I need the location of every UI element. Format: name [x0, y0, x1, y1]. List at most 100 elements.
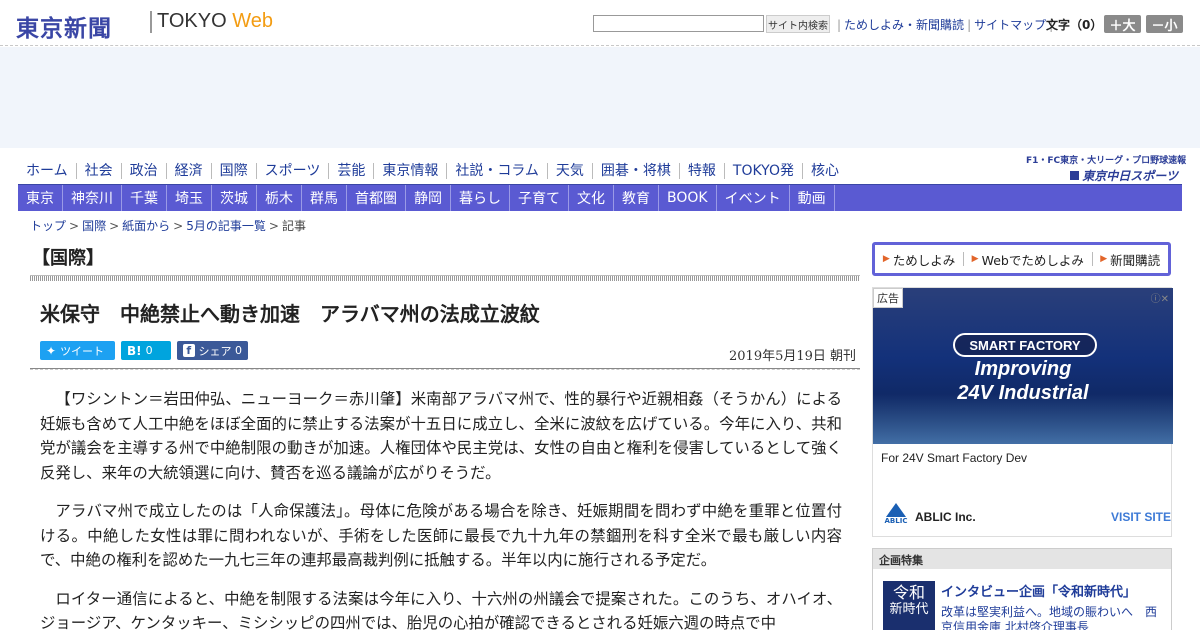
local-nav-video[interactable]: 動画: [790, 185, 835, 211]
nav-item-home[interactable]: ホーム: [18, 163, 76, 179]
article-headline: 米保守 中絶禁止へ動き加速 アラバマ州の法成立波紋: [40, 302, 540, 326]
hatena-bookmark-button[interactable]: B! 0: [121, 341, 171, 360]
nav-item-weather[interactable]: 天気: [546, 163, 592, 179]
ad-badge: SMART FACTORY: [953, 333, 1097, 357]
link-web-trial[interactable]: ▶ Webでためしよみ: [972, 250, 1084, 269]
divider: |: [967, 17, 972, 32]
tweet-button[interactable]: ✦ ツイート: [40, 341, 115, 360]
local-nav-parenting[interactable]: 子育て: [510, 185, 569, 211]
facebook-icon: f: [183, 344, 195, 357]
local-nav-kanagawa[interactable]: 神奈川: [63, 185, 122, 211]
nav-item-tokyo-hatsu[interactable]: TOKYO発: [723, 163, 802, 179]
breadcrumb: トップ > 国際 > 紙面から >5月の記事一覧 > 記事: [30, 217, 306, 234]
link-trial-label: ためしよみ: [892, 252, 956, 268]
local-nav-culture[interactable]: 文化: [569, 185, 614, 211]
link-trial-subscribe[interactable]: ためしよみ・新聞購読: [844, 16, 964, 33]
link-subscribe[interactable]: ▶ 新聞購読: [1100, 250, 1160, 269]
nav-item-politics[interactable]: 政治: [120, 163, 166, 179]
subscribe-box: ▶ ためしよみ ▶ Webでためしよみ ▶ 新聞購読: [872, 242, 1171, 276]
ad-label: 広告: [873, 288, 903, 308]
local-nav-chiba[interactable]: 千葉: [122, 185, 167, 211]
nav-item-society[interactable]: 社会: [75, 163, 121, 179]
link-trial[interactable]: ▶ ためしよみ: [883, 250, 955, 269]
article-paragraph: アラバマ州で成立したのは「人命保護法」。母体に危険がある場合を除き、妊娠期間を問…: [40, 502, 842, 569]
site-logo[interactable]: 東京新聞: [16, 9, 112, 43]
feature-box: 企画特集 令和 新時代 インタビュー企画「令和新時代」 改革は堅実利益へ。地域の…: [872, 548, 1172, 630]
breadcrumb-from-paper[interactable]: 紙面から: [122, 219, 170, 233]
breadcrumb-current: 記事: [281, 219, 306, 233]
ad-info-close-icon[interactable]: ⓘ✕: [1151, 290, 1169, 305]
nav-item-tokyo-info[interactable]: 東京情報: [373, 163, 446, 179]
facebook-share-button[interactable]: f シェア 0: [177, 341, 248, 360]
ad-image[interactable]: SMART FACTORY Improving 24V Industrial: [873, 288, 1173, 444]
font-larger-button[interactable]: ＋大: [1104, 15, 1141, 34]
triangle-right-icon: ▶: [882, 254, 890, 264]
feature-heading: 企画特集: [873, 549, 1171, 569]
local-nav-saitama[interactable]: 埼玉: [167, 185, 212, 211]
local-nav: 東京 神奈川 千葉 埼玉 茨城 栃木 群馬 首都圏 静岡 暮らし 子育て 文化 …: [18, 185, 1182, 211]
ablic-logo-text: ABLIC: [884, 517, 908, 525]
link-sitemap[interactable]: サイトマップ: [974, 16, 1046, 33]
local-nav-shutoken[interactable]: 首都圏: [347, 185, 406, 211]
breadcrumb-separator: >: [69, 219, 80, 233]
search-button[interactable]: サイト内検索: [766, 15, 830, 33]
logo-en-prefix: TOKYO: [157, 10, 227, 32]
nav-item-kakushin[interactable]: 核心: [801, 163, 847, 179]
ad-visit-site-button[interactable]: VISIT SITE: [1111, 510, 1171, 524]
local-nav-living[interactable]: 暮らし: [451, 185, 510, 211]
nav-item-sports[interactable]: スポーツ: [255, 163, 329, 179]
nav-item-international[interactable]: 国際: [210, 163, 256, 179]
breadcrumb-international[interactable]: 国際: [82, 219, 106, 233]
article-body: 【ワシントン＝岩田仲弘、ニューヨーク＝赤川肇】米南部アラバマ州で、性的暴行や近親…: [40, 387, 842, 630]
local-nav-events[interactable]: イベント: [717, 185, 790, 211]
hatena-bookmark-icon: B!: [127, 343, 142, 358]
hatena-count: 0: [145, 344, 153, 357]
site-header: 東京新聞 TOKYO Web サイト内検索 | ためしよみ・新聞購読 | サイト…: [0, 0, 1200, 46]
nav-item-economy[interactable]: 経済: [165, 163, 211, 179]
sports-logo-name: 東京中日スポーツ: [1026, 167, 1178, 184]
local-nav-shizuoka[interactable]: 静岡: [406, 185, 451, 211]
nav-item-special[interactable]: 特報: [678, 163, 724, 179]
font-size-label: 文字（0）: [1046, 18, 1103, 32]
local-nav-tokyo[interactable]: 東京: [18, 185, 63, 211]
feature-title-link[interactable]: インタビュー企画「令和新時代」: [941, 581, 1136, 600]
logo-en-suffix: Web: [232, 10, 273, 32]
divider: |: [837, 17, 842, 32]
divider: [1091, 252, 1093, 266]
sidebar-ad[interactable]: SMART FACTORY Improving 24V Industrial 広…: [872, 287, 1173, 537]
local-nav-tochigi[interactable]: 栃木: [257, 185, 302, 211]
sports-logo[interactable]: F1・FC東京・大リーグ・プロ野球速報 東京中日スポーツ: [1026, 153, 1186, 184]
link-web-trial-label: Webでためしよみ: [981, 252, 1084, 268]
article-paragraph: ロイター通信によると、中絶を制限する法案は今年に入り、十六州の州議会で提案された…: [40, 589, 842, 630]
font-smaller-button[interactable]: －小: [1146, 15, 1183, 34]
search-input[interactable]: [593, 15, 764, 32]
link-subscribe-label: 新聞購読: [1110, 252, 1161, 268]
feature-description[interactable]: 改革は堅実利益へ。地域の賑わいへ 西京信用金庫 北村啓介理事長: [941, 605, 1161, 630]
tweet-label: ツイート: [60, 344, 105, 358]
header-links: | ためしよみ・新聞購読 | サイトマップ |: [834, 16, 1056, 33]
nav-item-entertainment[interactable]: 芸能: [328, 163, 373, 179]
triangle-right-icon: ▶: [971, 254, 979, 264]
breadcrumb-separator: >: [268, 219, 279, 233]
ad-headline-line1: Improving: [974, 358, 1072, 380]
breadcrumb-top[interactable]: トップ: [30, 219, 66, 233]
facebook-share-count: 0: [235, 344, 242, 357]
twitter-bird-icon: ✦: [46, 343, 57, 358]
breadcrumb-separator: >: [173, 219, 184, 233]
breadcrumb-separator: >: [109, 219, 120, 233]
local-nav-book[interactable]: BOOK: [659, 185, 717, 211]
local-nav-education[interactable]: 教育: [614, 185, 659, 211]
nav-item-go-shogi[interactable]: 囲碁・将棋: [591, 163, 679, 179]
ad-brand: ABLIC Inc.: [915, 510, 976, 524]
site-logo-en[interactable]: TOKYO Web: [157, 10, 273, 33]
section-title: 【国際】: [32, 248, 104, 269]
feature-thumb-line2: 新時代: [889, 602, 929, 617]
ad-headline-line2: 24V Industrial: [957, 382, 1089, 404]
ablic-logo-mark: [886, 503, 906, 517]
local-nav-gunma[interactable]: 群馬: [302, 185, 347, 211]
divider: [962, 252, 964, 266]
local-nav-ibaraki[interactable]: 茨城: [212, 185, 257, 211]
nav-item-editorial[interactable]: 社説・コラム: [446, 163, 547, 179]
breadcrumb-may-list[interactable]: 5月の記事一覧: [186, 219, 266, 233]
feature-thumbnail[interactable]: 令和 新時代: [883, 581, 935, 630]
